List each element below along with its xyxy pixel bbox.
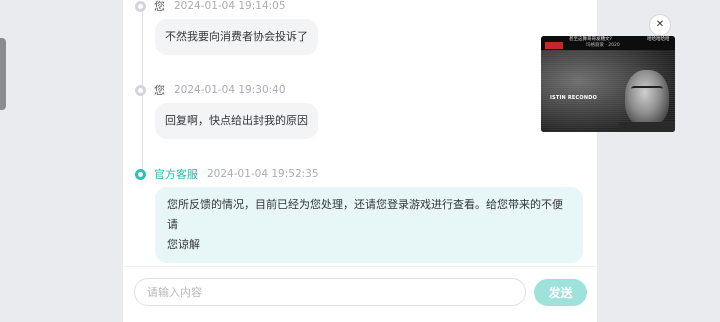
message-header: 您 2024-01-04 19:14:05 bbox=[135, 0, 318, 13]
timeline-dot-icon bbox=[135, 0, 146, 12]
timeline-dot-icon bbox=[135, 84, 146, 96]
video-person bbox=[625, 70, 669, 126]
send-button[interactable]: 发送 bbox=[534, 279, 587, 306]
message-item-service: 官方客服 2024-01-04 19:52:35 您所反馈的情况，目前已经为您处… bbox=[135, 167, 583, 263]
chat-panel: 您 2024-01-04 19:14:05 不然我要向消费者协会投诉了 您 20… bbox=[123, 0, 597, 322]
message-bubble: 回复啊，快点给出封我的原因 bbox=[155, 103, 318, 139]
video-caption-year: 玛格丽爱 · 2020 bbox=[586, 43, 620, 48]
message-time: 2024-01-04 19:14:05 bbox=[174, 0, 286, 12]
close-icon: ✕ bbox=[655, 19, 665, 30]
sender-name-service: 官方客服 bbox=[154, 168, 198, 181]
video-caption-top: 甚至这算哥哥发糟文? bbox=[569, 37, 612, 42]
timeline-dot-active-icon bbox=[135, 168, 146, 180]
message-input[interactable] bbox=[134, 278, 526, 306]
floating-video-player[interactable]: 甚至这算哥哥发糟文? 玛格丽爱 · 2020 哈哈哈哈哈 ISTIN RECON… bbox=[541, 36, 675, 132]
message-text-line: 您谅解 bbox=[167, 238, 200, 251]
message-item: 您 2024-01-04 19:30:40 回复啊，快点给出封我的原因 bbox=[135, 83, 318, 139]
input-divider bbox=[123, 266, 597, 267]
message-bubble: 不然我要向消费者协会投诉了 bbox=[155, 19, 318, 55]
video-name-label: ISTIN RECONDO bbox=[550, 95, 598, 101]
video-person-glasses bbox=[631, 86, 663, 94]
video-person-suit bbox=[619, 122, 675, 132]
sender-name: 您 bbox=[154, 84, 165, 97]
channel-logo-icon bbox=[545, 42, 563, 49]
close-video-button[interactable]: ✕ bbox=[649, 14, 671, 36]
message-header: 您 2024-01-04 19:30:40 bbox=[135, 83, 318, 97]
message-item: 您 2024-01-04 19:14:05 不然我要向消费者协会投诉了 bbox=[135, 0, 318, 55]
video-caption-bar: 甚至这算哥哥发糟文? 玛格丽爱 · 2020 哈哈哈哈哈 bbox=[541, 36, 675, 50]
message-bubble-service: 您所反馈的情况，目前已经为您处理，还请您登录游戏进行查看。给您带来的不便请 您谅… bbox=[155, 187, 583, 263]
message-text-line: 您所反馈的情况，目前已经为您处理，还请您登录游戏进行查看。给您带来的不便请 bbox=[167, 198, 563, 231]
video-caption-right: 哈哈哈哈哈 bbox=[647, 37, 670, 42]
message-header: 官方客服 2024-01-04 19:52:35 bbox=[135, 167, 583, 181]
sender-name: 您 bbox=[154, 0, 165, 13]
message-time: 2024-01-04 19:30:40 bbox=[174, 84, 286, 96]
side-drawer-handle[interactable] bbox=[0, 38, 6, 110]
message-time: 2024-01-04 19:52:35 bbox=[207, 168, 319, 180]
video-frame bbox=[541, 50, 675, 132]
